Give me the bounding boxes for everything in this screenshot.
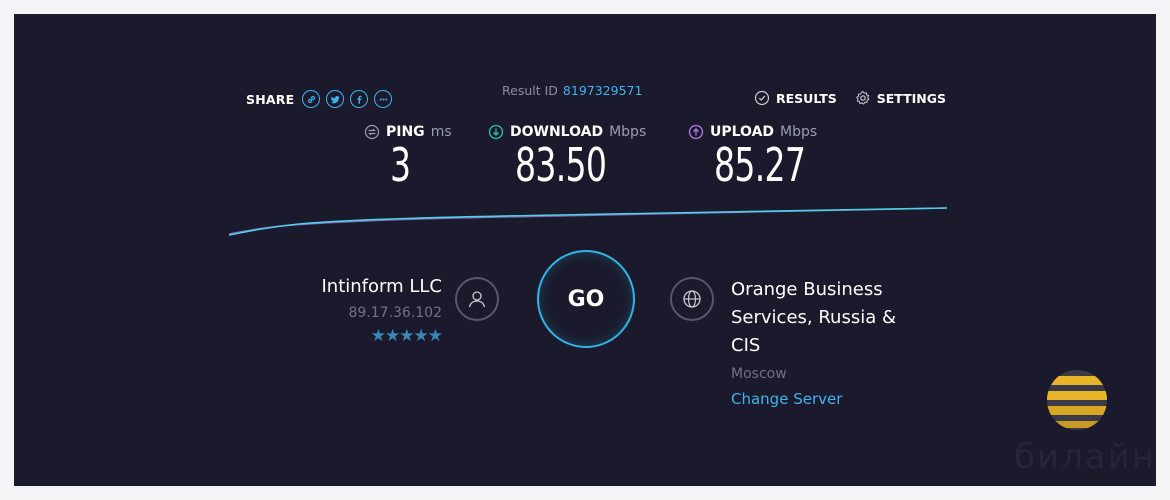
server-name: Orange Business Services, Russia & CIS xyxy=(731,279,896,356)
top-nav: RESULTS SETTINGS xyxy=(754,90,946,106)
download-unit: Mbps xyxy=(609,124,647,140)
server-info: Orange Business Services, Russia & CIS M… xyxy=(731,276,931,408)
server-city: Moscow xyxy=(731,366,787,382)
ping-icon xyxy=(364,124,380,140)
result-id-label: Result ID xyxy=(502,83,558,98)
result-id: Result ID 8197329571 xyxy=(502,83,642,98)
gear-icon xyxy=(856,91,870,105)
isp-ip: 89.17.36.102 xyxy=(348,305,442,321)
more-icon[interactable] xyxy=(374,90,393,108)
download-metric: DOWNLOAD Mbps 83.50 xyxy=(488,124,646,192)
isp-rating-stars: ★★★★★ xyxy=(370,326,443,346)
download-icon xyxy=(488,124,504,140)
result-id-link[interactable]: 8197329571 xyxy=(563,83,643,98)
upload-metric: UPLOAD Mbps 85.27 xyxy=(688,124,841,192)
download-graph-line xyxy=(229,207,948,236)
settings-label: SETTINGS xyxy=(876,90,947,106)
share-label: SHARE xyxy=(246,91,295,107)
upload-value: 85.27 xyxy=(714,138,806,192)
link-icon[interactable] xyxy=(302,90,321,108)
ping-metric: PING ms 3 xyxy=(364,124,452,192)
isp-name: Intinform LLC xyxy=(321,276,443,297)
speedtest-panel: SHARE Result ID 8197329571 RESULTS SETTIN… xyxy=(14,14,1156,486)
facebook-icon[interactable] xyxy=(350,90,369,108)
speed-graph xyxy=(229,207,948,236)
results-label: RESULTS xyxy=(776,90,837,106)
change-server-link[interactable]: Change Server xyxy=(731,390,931,408)
results-button[interactable]: RESULTS xyxy=(754,90,837,106)
download-value: 83.50 xyxy=(515,138,607,192)
isp-info: Intinform LLC 89.17.36.102 ★★★★★ xyxy=(228,276,444,346)
ping-value: 3 xyxy=(390,138,411,192)
settings-button[interactable]: SETTINGS xyxy=(855,90,946,106)
twitter-icon[interactable] xyxy=(326,90,345,108)
upload-icon xyxy=(688,124,704,140)
check-circle-icon xyxy=(754,90,770,106)
share-bar: SHARE xyxy=(246,90,393,108)
globe-icon xyxy=(670,277,714,321)
beeline-wordmark: билайн xyxy=(1014,437,1156,477)
go-button[interactable]: GO xyxy=(537,250,635,348)
user-icon xyxy=(455,277,499,321)
